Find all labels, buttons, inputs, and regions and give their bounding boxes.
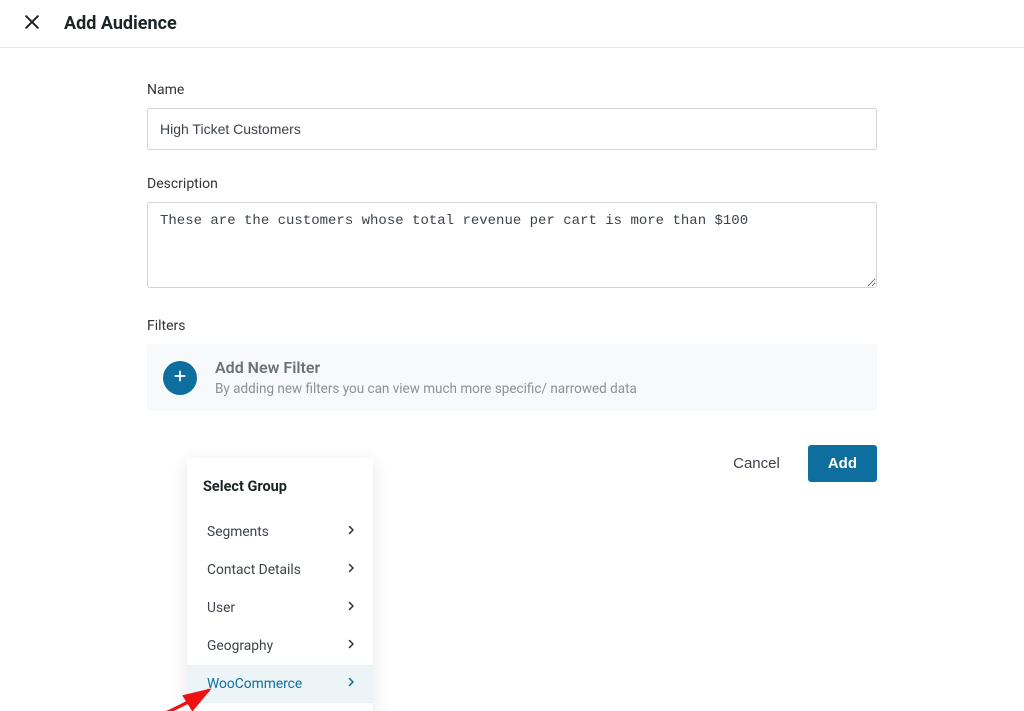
select-group-title: Select Group [187,458,373,513]
add-filter-text: Add New Filter By adding new filters you… [215,358,637,397]
description-label: Description [147,176,877,192]
group-item-label: User [207,600,235,616]
add-filter-card[interactable]: Add New Filter By adding new filters you… [147,344,877,411]
chevron-right-icon [345,600,357,616]
plus-icon [172,368,188,388]
group-item-user[interactable]: User [187,589,373,627]
description-field-block: Description [147,176,877,292]
description-input[interactable] [147,202,877,288]
group-item-label: Segments [207,524,269,540]
group-item-contact-details[interactable]: Contact Details [187,551,373,589]
dialog-header: Add Audience [0,0,1024,48]
filters-label: Filters [147,318,877,334]
dialog-title: Add Audience [64,13,177,34]
group-item-label: Geography [207,638,273,654]
group-item-engagement[interactable]: Engagement [187,703,373,711]
filters-section: Filters Add New Filter By adding new fil… [147,318,877,411]
select-group-panel: Select Group Segments Contact Details User… [187,458,373,711]
group-item-geography[interactable]: Geography [187,627,373,665]
close-button[interactable] [18,10,46,38]
chevron-right-icon [345,638,357,654]
dialog-content: Name Description Filters Add New Filter … [147,48,877,482]
group-item-woocommerce[interactable]: WooCommerce [187,665,373,703]
close-icon [22,12,42,36]
chevron-right-icon [345,676,357,692]
group-item-segments[interactable]: Segments [187,513,373,551]
add-filter-button[interactable] [163,361,197,395]
add-filter-subtitle: By adding new filters you can view much … [215,381,637,397]
chevron-right-icon [345,562,357,578]
add-filter-title: Add New Filter [215,358,637,377]
name-label: Name [147,82,877,98]
group-item-label: Contact Details [207,562,301,578]
name-field-block: Name [147,82,877,150]
chevron-right-icon [345,524,357,540]
cancel-button[interactable]: Cancel [727,447,786,480]
name-input[interactable] [147,108,877,150]
group-item-label: WooCommerce [207,676,302,692]
add-button[interactable]: Add [808,445,877,482]
